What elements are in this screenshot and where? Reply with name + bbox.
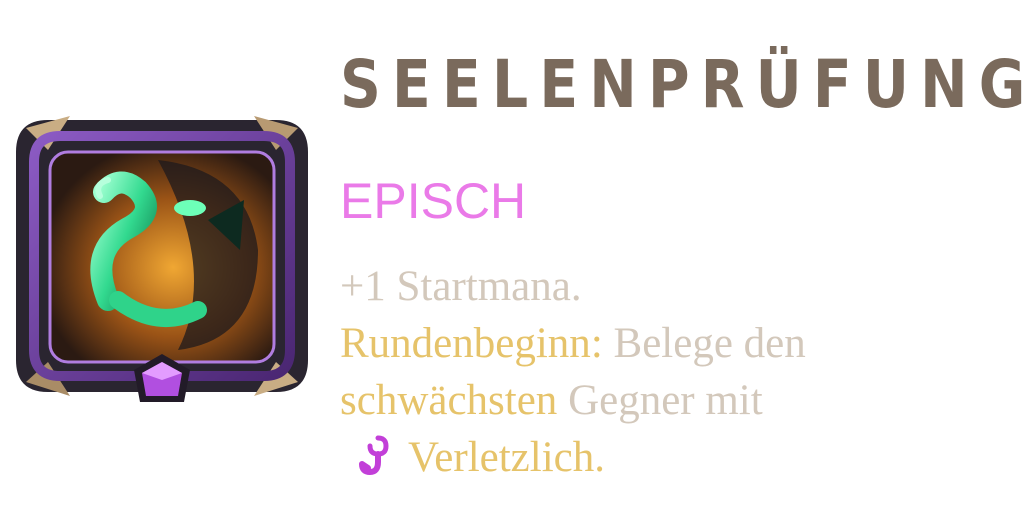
description-line-2: Rundenbeginn: Belege den xyxy=(340,315,1020,372)
green-tentacle-soul-icon xyxy=(16,116,308,402)
vulnerable-hook-icon xyxy=(352,432,400,480)
description-line-4: Verletzlich. xyxy=(340,429,1020,486)
keyword-vulnerable: Verletzlich xyxy=(408,434,595,481)
description-line-3: schwächsten Gegner mit xyxy=(340,372,1020,429)
keyword-round-start: Rundenbeginn xyxy=(340,320,591,367)
augment-icon-frame xyxy=(8,100,316,412)
augment-title: SEELENPRÜFUNG xyxy=(340,46,1024,123)
augment-description: +1 Startmana. Rundenbeginn: Belege den s… xyxy=(340,258,1020,486)
description-text: Belege den xyxy=(602,320,806,367)
sentence-end: . xyxy=(594,434,605,481)
description-line-1: +1 Startmana. xyxy=(340,258,1020,315)
keyword-separator: : xyxy=(590,320,603,367)
keyword-weakest: schwächsten xyxy=(340,377,558,424)
start-mana-text: +1 Startmana. xyxy=(340,263,582,310)
rarity-label: EPISCH xyxy=(340,173,527,229)
description-text: Gegner mit xyxy=(557,377,763,424)
